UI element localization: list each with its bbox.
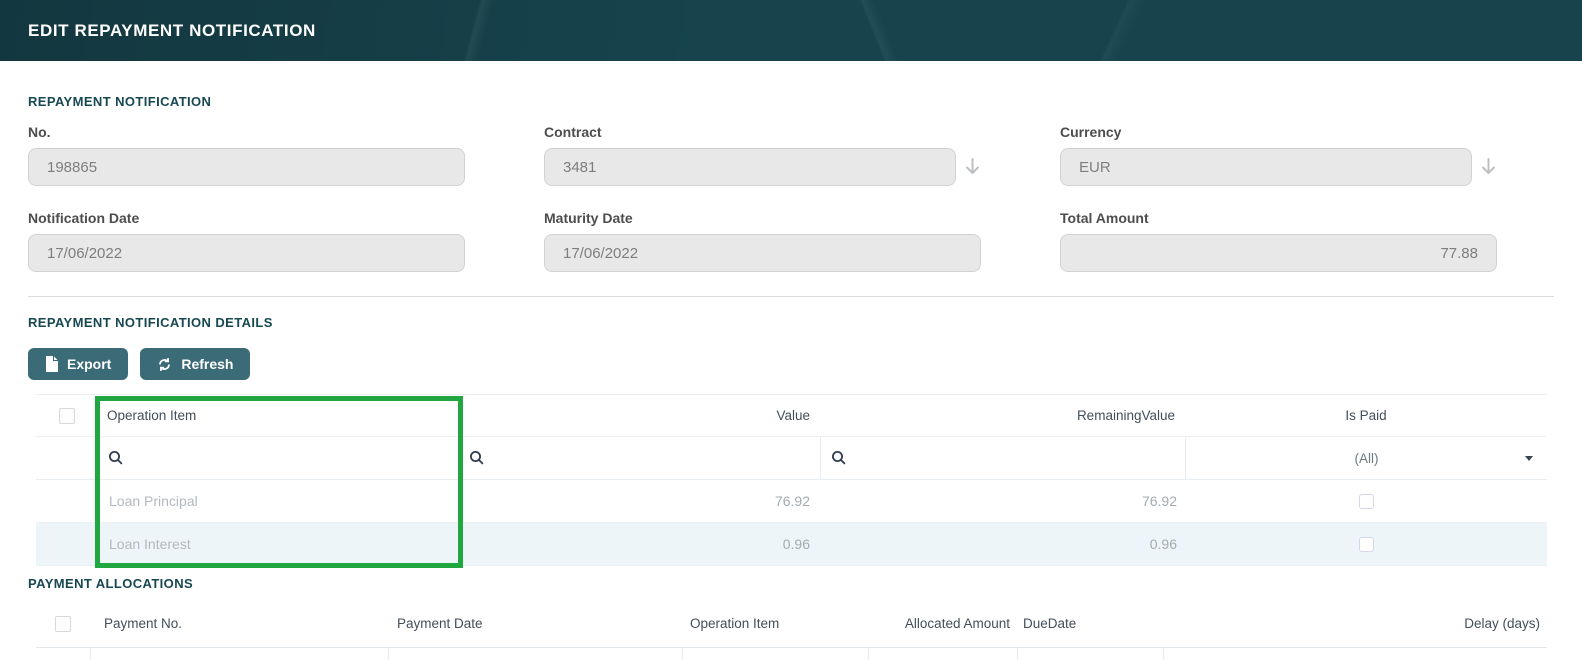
column-header-duedate[interactable]: DueDate xyxy=(1017,600,1163,647)
details-toolbar: Export Refresh xyxy=(28,348,1582,380)
no-input[interactable]: 198865 xyxy=(28,148,465,186)
operation-item-filter-input[interactable] xyxy=(97,437,458,479)
refresh-button[interactable]: Refresh xyxy=(140,348,250,380)
no-label: No. xyxy=(28,125,465,139)
remaining-value-cell: 0.96 xyxy=(820,523,1185,565)
field-no: No. 198865 xyxy=(28,125,465,186)
is-paid-filter-select[interactable]: (All) xyxy=(1185,437,1547,479)
maturity-date-label: Maturity Date xyxy=(544,211,981,225)
operation-item-cell: Loan Principal xyxy=(97,480,458,522)
page-header: EDIT REPAYMENT NOTIFICATION xyxy=(0,0,1582,61)
field-notification-date: Notification Date 17/06/2022 xyxy=(28,211,465,272)
is-paid-checkbox[interactable] xyxy=(1359,537,1374,552)
column-header-allocated-amount[interactable]: Allocated Amount xyxy=(868,600,1017,647)
export-button[interactable]: Export xyxy=(28,348,128,380)
field-maturity-date: Maturity Date 17/06/2022 xyxy=(544,211,981,272)
column-header-is-paid[interactable]: Is Paid xyxy=(1185,395,1547,436)
field-total-amount: Total Amount 77.88 xyxy=(1060,211,1497,272)
column-header-payment-date[interactable]: Payment Date xyxy=(388,600,682,647)
payment-no-filter-input[interactable] xyxy=(90,648,388,660)
remaining-value-cell: 76.92 xyxy=(820,480,1185,522)
column-header-operation-item[interactable]: Operation Item xyxy=(97,395,458,436)
column-header-delay-days[interactable]: Delay (days) xyxy=(1163,600,1547,647)
currency-label: Currency xyxy=(1060,125,1497,139)
value-cell: 0.96 xyxy=(458,523,820,565)
allocated-amount-filter-input[interactable] xyxy=(868,648,1017,660)
total-amount-label: Total Amount xyxy=(1060,211,1497,225)
column-header-remaining-value[interactable]: RemainingValue xyxy=(820,395,1185,436)
contract-select[interactable]: 3481 xyxy=(544,148,956,186)
section-title-repayment-notification: REPAYMENT NOTIFICATION xyxy=(28,95,1554,109)
value-filter-input[interactable] xyxy=(458,437,820,479)
arrow-down-icon xyxy=(963,157,982,177)
select-all-checkbox[interactable] xyxy=(59,408,75,424)
maturity-date-input[interactable]: 17/06/2022 xyxy=(544,234,981,272)
field-contract: Contract 3481 xyxy=(544,125,981,186)
section-title-details: REPAYMENT NOTIFICATION DETAILS xyxy=(28,316,1554,330)
currency-select[interactable]: EUR xyxy=(1060,148,1472,186)
total-amount-input[interactable]: 77.88 xyxy=(1060,234,1497,272)
details-filter-row: (All) xyxy=(36,437,1547,480)
column-header-operation-item[interactable]: Operation Item xyxy=(682,600,868,647)
notification-date-input[interactable]: 17/06/2022 xyxy=(28,234,465,272)
value-cell: 76.92 xyxy=(458,480,820,522)
details-header-row: Operation Item Value RemainingValue Is P… xyxy=(36,394,1547,437)
document-icon xyxy=(45,356,58,372)
search-icon xyxy=(831,450,847,466)
notification-date-label: Notification Date xyxy=(28,211,465,225)
allocations-filter-row xyxy=(36,648,1547,660)
table-row[interactable]: Loan Interest 0.96 0.96 xyxy=(36,523,1547,566)
operation-item-cell: Loan Interest xyxy=(97,523,458,565)
refresh-icon xyxy=(157,357,172,372)
search-icon xyxy=(108,450,124,466)
payment-date-filter-input[interactable] xyxy=(388,648,682,660)
field-currency: Currency EUR xyxy=(1060,125,1497,186)
search-icon xyxy=(469,450,485,466)
duedate-filter-input[interactable] xyxy=(1017,648,1163,660)
operation-item-filter-input[interactable] xyxy=(682,648,868,660)
column-header-value[interactable]: Value xyxy=(458,395,820,436)
contract-label: Contract xyxy=(544,125,981,139)
caret-down-icon xyxy=(1525,456,1533,461)
arrow-down-icon xyxy=(1479,157,1498,177)
column-header-payment-no[interactable]: Payment No. xyxy=(90,600,388,647)
repayment-notification-form: No. 198865 Contract 3481 Currency EUR xyxy=(28,125,1582,272)
table-row[interactable]: Loan Principal 76.92 76.92 xyxy=(36,480,1547,523)
details-table: Operation Item Value RemainingValue Is P… xyxy=(36,394,1547,566)
delay-days-filter-input[interactable] xyxy=(1163,648,1547,660)
remaining-value-filter-input[interactable] xyxy=(820,437,1185,479)
page-title: EDIT REPAYMENT NOTIFICATION xyxy=(28,21,316,41)
section-divider xyxy=(28,296,1554,297)
is-paid-checkbox[interactable] xyxy=(1359,494,1374,509)
section-title-payment-allocations: PAYMENT ALLOCATIONS xyxy=(28,577,1554,591)
allocations-table: Payment No. Payment Date Operation Item … xyxy=(36,600,1547,660)
allocations-header-row: Payment No. Payment Date Operation Item … xyxy=(36,600,1547,648)
select-all-checkbox[interactable] xyxy=(55,616,71,632)
